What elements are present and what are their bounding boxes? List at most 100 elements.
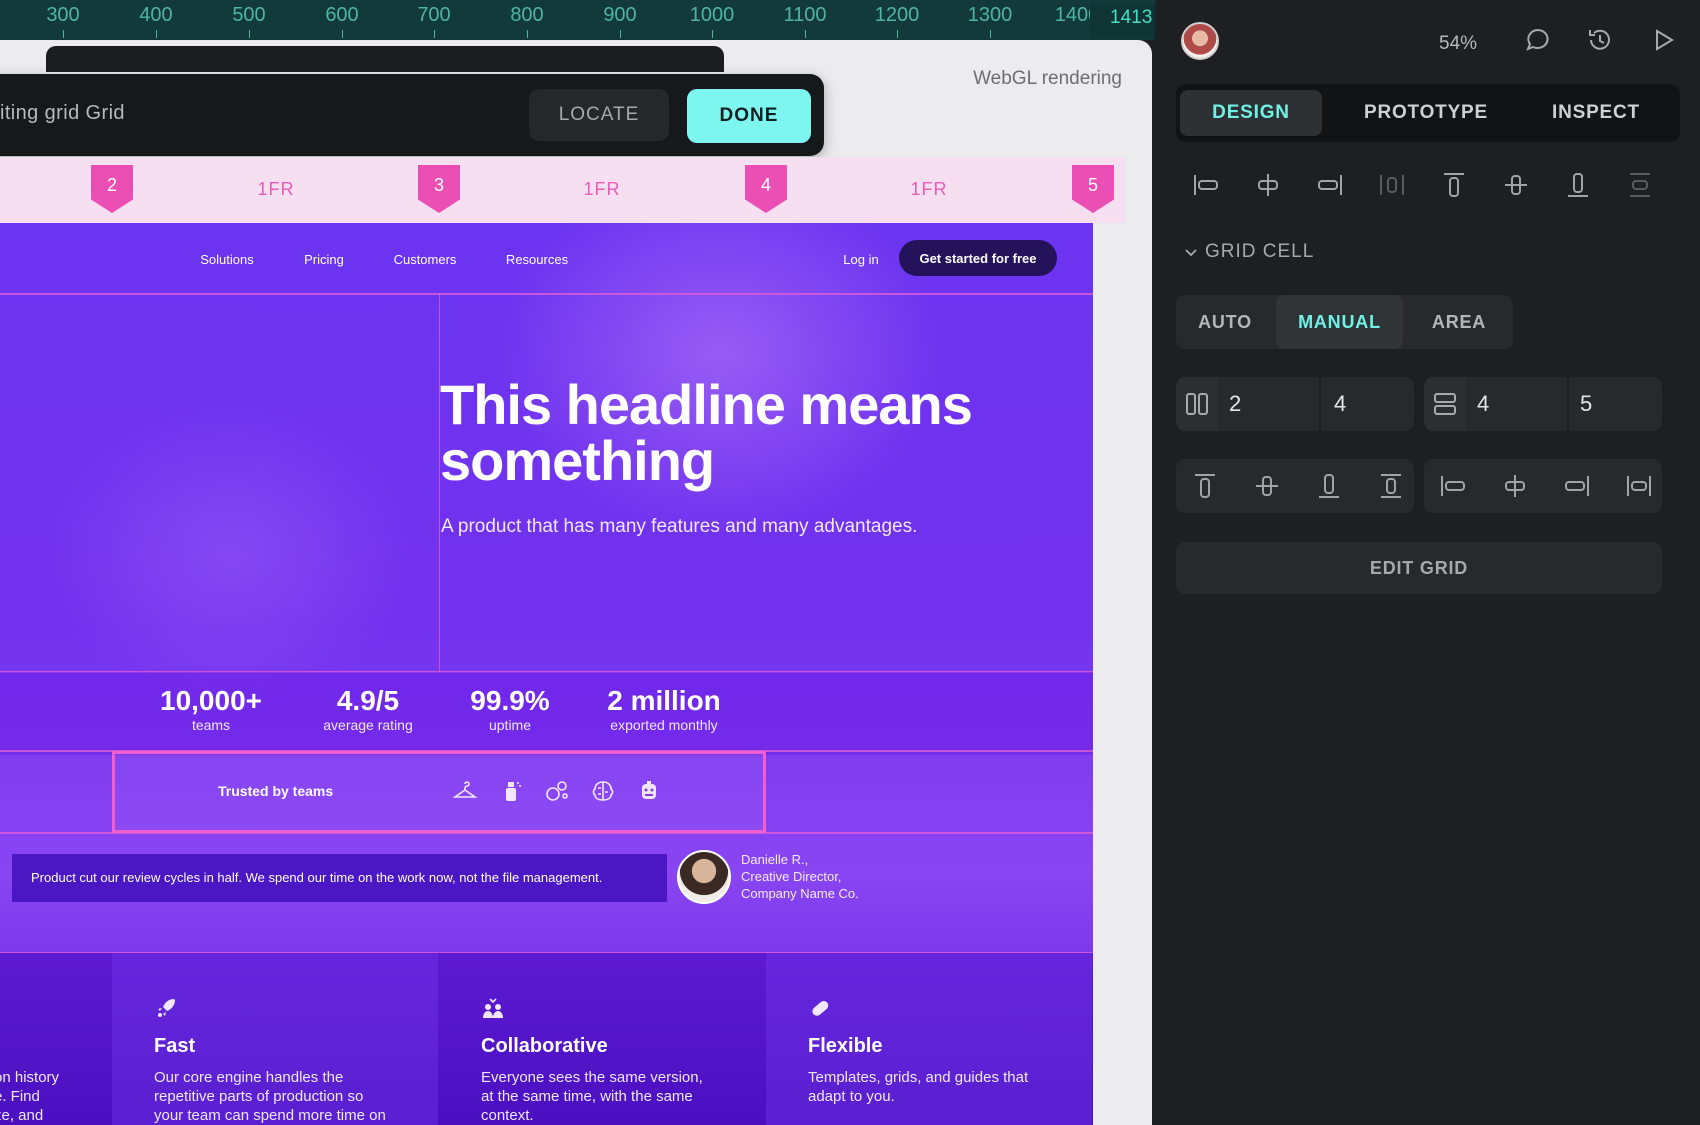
nav-link-customers[interactable]: Customers bbox=[394, 252, 457, 267]
ruler-tick: 300 bbox=[46, 4, 80, 26]
chevron-down-icon[interactable] bbox=[1183, 244, 1199, 260]
selected-grid-cell[interactable]: Trusted by teams bbox=[112, 751, 766, 833]
column-start-input[interactable]: 2 bbox=[1229, 377, 1241, 431]
stat-label: uptime bbox=[488, 717, 532, 733]
tab-inspect[interactable]: INSPECT bbox=[1516, 90, 1676, 136]
bubbles-icon bbox=[544, 778, 570, 804]
design-canvas[interactable]: WebGL rendering iting grid Grid LOCATE D… bbox=[0, 40, 1152, 1125]
get-started-button[interactable]: Get started for free bbox=[899, 240, 1057, 276]
hero-subtitle: A product that has many features and man… bbox=[441, 516, 918, 537]
ruler-tick: 700 bbox=[417, 4, 451, 26]
feature-description: Templates, grids, and guides that adapt … bbox=[808, 1069, 1029, 1105]
grid-cell-mode-toggle: AUTO MANUAL AREA bbox=[1176, 295, 1513, 349]
ruler-tick-mark bbox=[712, 30, 713, 38]
stat-label: exported monthly bbox=[610, 717, 718, 733]
row-span-field: 4 5 bbox=[1424, 377, 1662, 431]
zoom-level[interactable]: 54% bbox=[1439, 33, 1477, 55]
hanger-icon bbox=[452, 778, 478, 804]
brain-icon bbox=[590, 778, 616, 804]
align-right-icon[interactable] bbox=[1560, 469, 1594, 503]
ruler-tick-mark bbox=[620, 30, 621, 38]
ruler-tick: 1000 bbox=[689, 4, 735, 26]
nav-link-solutions[interactable]: Solutions bbox=[200, 252, 253, 267]
align-right-icon[interactable] bbox=[1313, 168, 1347, 202]
frame-header-bar bbox=[46, 46, 724, 72]
mode-manual[interactable]: MANUAL bbox=[1276, 295, 1403, 349]
stat-label: teams bbox=[191, 717, 231, 733]
ruler-tick: 1200 bbox=[874, 4, 920, 26]
align-horizontal-center-icon[interactable] bbox=[1251, 168, 1285, 202]
grid-edit-title: iting grid Grid bbox=[0, 102, 125, 124]
align-vertical-center-icon[interactable] bbox=[1250, 469, 1284, 503]
mode-area[interactable]: AREA bbox=[1405, 295, 1513, 349]
stat-item: 99.9% uptime bbox=[470, 685, 549, 733]
website-preview-frame[interactable]: Solutions Pricing Customers Resources Lo… bbox=[0, 223, 1093, 1125]
feature-title: Collaborative bbox=[481, 1035, 608, 1057]
feature-description: Our core engine handles the repetitive p… bbox=[154, 1069, 386, 1124]
ruler-tick: 1300 bbox=[967, 4, 1013, 26]
inspector-panel: 54% DESIGN PROTOTYPE INSPECT GRID CELL A… bbox=[1160, 0, 1700, 1125]
locate-button[interactable]: LOCATE bbox=[529, 89, 669, 141]
track-size-label[interactable]: 1FR bbox=[910, 179, 947, 200]
grid-line-marker-3[interactable]: 3 bbox=[418, 165, 460, 213]
ruler-tick-mark bbox=[342, 30, 343, 38]
stretch-horizontal-icon[interactable] bbox=[1622, 469, 1656, 503]
done-button[interactable]: DONE bbox=[687, 89, 811, 143]
row-start-input[interactable]: 4 bbox=[1477, 377, 1489, 431]
stat-label: average rating bbox=[323, 717, 413, 733]
align-left-icon[interactable] bbox=[1436, 469, 1470, 503]
ruler-tick-mark bbox=[156, 30, 157, 38]
play-icon[interactable] bbox=[1648, 26, 1678, 56]
nav-link-pricing[interactable]: Pricing bbox=[304, 252, 344, 267]
ruler-tick-mark bbox=[990, 30, 991, 38]
grid-track-strip: 2 1FR 3 1FR 4 1FR 5 bbox=[0, 157, 1125, 223]
avatar bbox=[677, 850, 731, 904]
track-size-label[interactable]: 1FR bbox=[583, 179, 620, 200]
history-icon[interactable] bbox=[1585, 26, 1615, 56]
mode-auto[interactable]: AUTO bbox=[1176, 295, 1274, 349]
grid-line-marker-4[interactable]: 4 bbox=[745, 165, 787, 213]
robot-icon bbox=[636, 778, 662, 804]
horizontal-cell-align-group bbox=[1424, 459, 1662, 513]
align-bottom-icon[interactable] bbox=[1561, 168, 1595, 202]
comment-icon[interactable] bbox=[1523, 26, 1553, 56]
login-link[interactable]: Log in bbox=[843, 252, 878, 267]
align-vertical-center-icon[interactable] bbox=[1499, 168, 1533, 202]
render-mode-label: WebGL rendering bbox=[973, 68, 1122, 89]
testimonial-quote: Product cut our review cycles in half. W… bbox=[12, 854, 667, 902]
align-left-icon[interactable] bbox=[1189, 168, 1223, 202]
stat-value: 99.9% bbox=[470, 685, 550, 716]
feature-title: Fast bbox=[154, 1035, 196, 1057]
align-top-icon[interactable] bbox=[1188, 469, 1222, 503]
track-size-label[interactable]: 1FR bbox=[257, 179, 294, 200]
stat-item: 2 million exported monthly bbox=[607, 685, 721, 733]
tab-prototype[interactable]: PROTOTYPE bbox=[1339, 90, 1513, 136]
field-divider bbox=[1567, 377, 1569, 431]
nav-link-resources[interactable]: Resources bbox=[506, 252, 568, 267]
align-horizontal-center-icon[interactable] bbox=[1498, 469, 1532, 503]
tab-design[interactable]: DESIGN bbox=[1180, 90, 1322, 136]
ruler-tick: 500 bbox=[232, 4, 266, 26]
edit-grid-button[interactable]: EDIT GRID bbox=[1176, 542, 1662, 594]
section-title[interactable]: GRID CELL bbox=[1205, 241, 1314, 263]
align-top-icon[interactable] bbox=[1437, 168, 1471, 202]
column-end-input[interactable]: 4 bbox=[1334, 377, 1346, 431]
stretch-vertical-icon[interactable] bbox=[1374, 469, 1408, 503]
align-bottom-icon[interactable] bbox=[1312, 469, 1346, 503]
row-end-input[interactable]: 5 bbox=[1580, 377, 1592, 431]
rows-icon bbox=[1424, 377, 1466, 431]
feature-title: Flexible bbox=[808, 1035, 883, 1057]
feature-description-partial: on history e. Find ze, and bbox=[0, 1069, 60, 1124]
ruler-tick-mark bbox=[897, 30, 898, 38]
rocket-icon bbox=[154, 996, 178, 1020]
distribute-horizontal-icon[interactable] bbox=[1375, 168, 1409, 202]
avatar[interactable] bbox=[1181, 22, 1219, 60]
ruler-tick: 1100 bbox=[783, 4, 827, 26]
distribute-vertical-icon[interactable] bbox=[1623, 168, 1657, 202]
grid-line-marker-5[interactable]: 5 bbox=[1072, 165, 1114, 213]
grid-line-marker-2[interactable]: 2 bbox=[91, 165, 133, 213]
pill-icon bbox=[808, 996, 832, 1020]
ruler-tick: 400 bbox=[139, 4, 173, 26]
stat-value: 4.9/5 bbox=[336, 685, 400, 716]
feature-description: Everyone sees the same version, at the s… bbox=[481, 1069, 703, 1124]
